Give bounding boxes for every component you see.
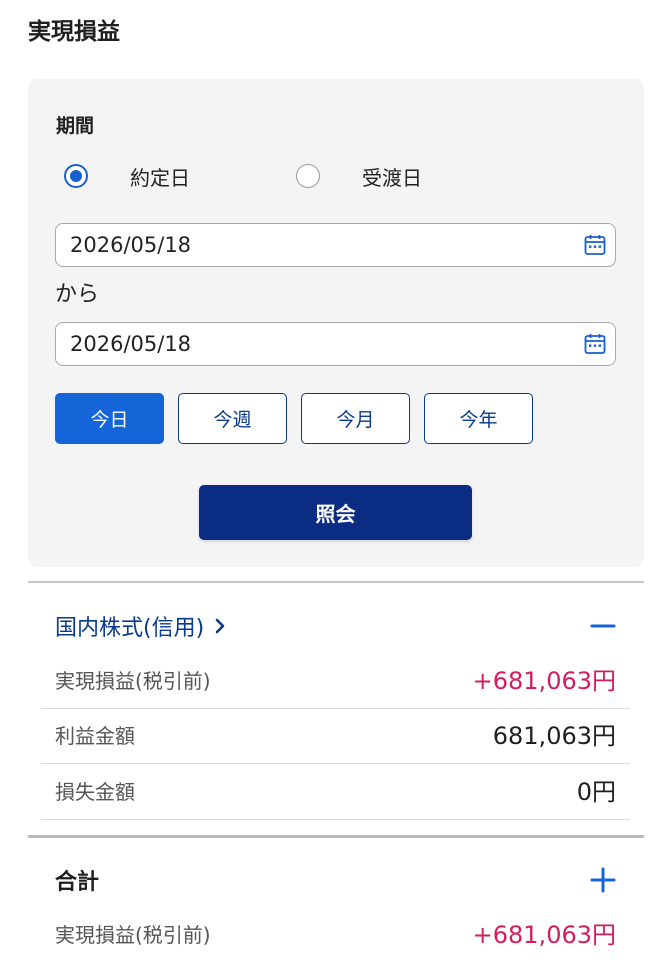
table-row: 損失金額 0円 (41, 765, 630, 820)
start-date-field[interactable] (55, 223, 616, 267)
page-title: 実現損益 (28, 19, 120, 45)
domestic-margin-title: 国内株式(信用) (55, 616, 205, 641)
radio-settlement-date-circle[interactable] (296, 164, 320, 188)
row-label: 実現損益(税引前) (55, 923, 211, 947)
quick-range-month-button[interactable]: 今月 (301, 393, 410, 444)
row-label: 損失金額 (55, 780, 135, 804)
divider (28, 581, 644, 583)
table-row: 実現損益(税引前) +681,063円 (41, 654, 630, 709)
radio-trade-date[interactable]: 約定日 (64, 161, 190, 191)
end-date-field[interactable] (55, 322, 616, 366)
divider (28, 835, 644, 838)
radio-settlement-date-label: 受渡日 (362, 165, 422, 190)
row-label: 実現損益(税引前) (55, 669, 211, 693)
calendar-icon[interactable] (583, 233, 607, 257)
quick-range-week-button[interactable]: 今週 (178, 393, 287, 444)
row-value: +681,063円 (472, 667, 616, 695)
chevron-right-icon (212, 616, 228, 636)
calendar-icon[interactable] (583, 332, 607, 356)
section-header-domestic-margin: 国内株式(信用) (55, 608, 617, 644)
row-value: 0円 (576, 778, 616, 806)
section-header-total: 合計 (55, 862, 617, 898)
filter-card: 期間 約定日 受渡日 から (28, 79, 644, 567)
period-label: 期間 (56, 115, 95, 137)
radio-trade-date-label: 約定日 (130, 165, 190, 190)
domestic-margin-link[interactable]: 国内株式(信用) (55, 610, 228, 642)
table-row: 利益金額 681,063円 (41, 709, 630, 764)
row-label: 利益金額 (55, 724, 135, 748)
row-value: 681,063円 (492, 722, 616, 750)
quick-range-year-button[interactable]: 今年 (424, 393, 533, 444)
total-title: 合計 (55, 870, 100, 895)
row-value: +681,063円 (472, 921, 616, 949)
table-row: 実現損益(税引前) +681,063円 (41, 908, 630, 963)
radio-trade-date-circle[interactable] (64, 164, 88, 188)
minus-icon[interactable] (589, 612, 617, 640)
plus-icon[interactable] (589, 866, 617, 894)
inquiry-button[interactable]: 照会 (199, 485, 472, 540)
radio-settlement-date[interactable]: 受渡日 (296, 161, 422, 191)
from-label: から (55, 282, 100, 307)
quick-range-today-button[interactable]: 今日 (55, 393, 164, 444)
start-date-input[interactable] (56, 224, 570, 265)
end-date-input[interactable] (56, 323, 570, 364)
